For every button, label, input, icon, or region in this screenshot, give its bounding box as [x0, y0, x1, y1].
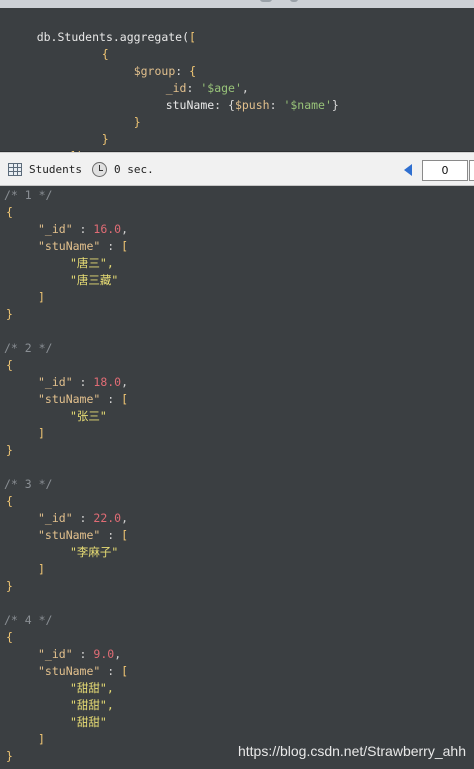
result-stuname-line: "stuName" : [: [38, 664, 129, 678]
student-name: "唐三藏": [70, 273, 119, 287]
result-close-bracket: ]: [38, 290, 45, 304]
query-line-5: stuName: {$push: '$name'}: [165, 98, 339, 112]
student-name: "甜甜": [70, 715, 107, 729]
document-index-comment: /* 1 */: [4, 188, 53, 202]
stuname-key: "stuName": [38, 528, 101, 542]
id-key: "_id": [38, 511, 73, 525]
id-value: 16.0: [93, 222, 122, 236]
result-open-brace: {: [6, 358, 13, 372]
result-close-bracket: ]: [38, 732, 45, 746]
watermark: https://blog.csdn.net/Strawberry_ahh: [237, 743, 466, 759]
stuname-entry: "张三": [70, 408, 107, 425]
result-close-brace: }: [6, 749, 13, 763]
clock-icon: [92, 162, 107, 177]
results-panel[interactable]: /* 1 */ { "_id" : 16.0, "stuName" : [ "唐三", "…: [0, 186, 474, 769]
result-open-brace: {: [6, 205, 13, 219]
document-index-comment: /* 2 */: [4, 341, 53, 355]
query-line-6: }: [133, 115, 141, 129]
stuname-entry: "唐三",: [70, 255, 114, 272]
previous-page-icon[interactable]: [404, 164, 412, 176]
page-skip-input[interactable]: [422, 160, 468, 181]
stuname-key: "stuName": [38, 664, 101, 678]
result-stuname-line: "stuName" : [: [38, 239, 129, 253]
student-name: "唐三",: [70, 256, 114, 270]
id-key: "_id": [38, 375, 73, 389]
result-comment: /* 3 */: [4, 476, 52, 493]
result-comment: /* 2 */: [4, 340, 52, 357]
document-index-comment: /* 3 */: [4, 477, 53, 491]
document-index-comment: /* 4 */: [4, 613, 53, 627]
student-name: "甜甜",: [70, 698, 114, 712]
id-key: "_id": [38, 647, 73, 661]
result-id-line: "_id" : 16.0,: [38, 222, 129, 236]
table-icon[interactable]: [8, 163, 22, 176]
id-key: "_id": [38, 222, 73, 236]
result-comment: /* 1 */: [4, 187, 52, 204]
result-open-brace: {: [6, 630, 13, 644]
result-comment: /* 4 */: [4, 612, 52, 629]
stuname-key: "stuName": [38, 392, 101, 406]
result-close-bracket: ]: [38, 562, 45, 576]
push-operator: $push: [234, 98, 270, 112]
result-id-line: "_id" : 9.0,: [38, 647, 122, 661]
result-stuname-line: "stuName" : [: [38, 528, 129, 542]
result-close-bracket: ]: [38, 426, 45, 440]
result-open-brace: {: [6, 494, 13, 508]
id-value: 22.0: [93, 511, 122, 525]
push-value: '$name': [283, 98, 332, 112]
query-line-2: {: [74, 29, 109, 80]
result-id-line: "_id" : 22.0,: [38, 511, 129, 525]
execution-time: 0 sec.: [114, 163, 154, 176]
query-call: db.Students.aggregate(: [36, 30, 190, 44]
result-stuname-line: "stuName" : [: [38, 392, 129, 406]
query-open-bracket: [: [189, 30, 196, 44]
id-value: 18.0: [93, 375, 122, 389]
student-name: "甜甜",: [70, 681, 114, 695]
stuname-key: stuName: [165, 98, 215, 112]
result-close-brace: }: [6, 307, 13, 321]
stuname-entry: "唐三藏": [70, 272, 118, 289]
student-name: "张三": [70, 409, 107, 423]
result-id-line: "_id" : 18.0,: [38, 375, 129, 389]
id-value: 9.0: [93, 647, 115, 661]
result-close-brace: }: [6, 579, 13, 593]
query-editor[interactable]: db.Students.aggregate([ { $group: { _id:…: [0, 8, 474, 163]
collection-label: Students: [29, 163, 82, 176]
toolbar-icons-partial: [200, 0, 320, 4]
page-size-input[interactable]: [469, 160, 474, 181]
results-toolbar: Students 0 sec.: [0, 152, 474, 186]
stuname-entry: "甜甜": [70, 714, 107, 731]
student-name: "李麻子": [70, 545, 119, 559]
result-close-brace: }: [6, 443, 13, 457]
stuname-key: "stuName": [38, 239, 101, 253]
stuname-entry: "李麻子": [70, 544, 118, 561]
top-toolbar-strip: [0, 0, 474, 8]
stuname-entry: "甜甜",: [70, 680, 114, 697]
stuname-entry: "甜甜",: [70, 697, 114, 714]
